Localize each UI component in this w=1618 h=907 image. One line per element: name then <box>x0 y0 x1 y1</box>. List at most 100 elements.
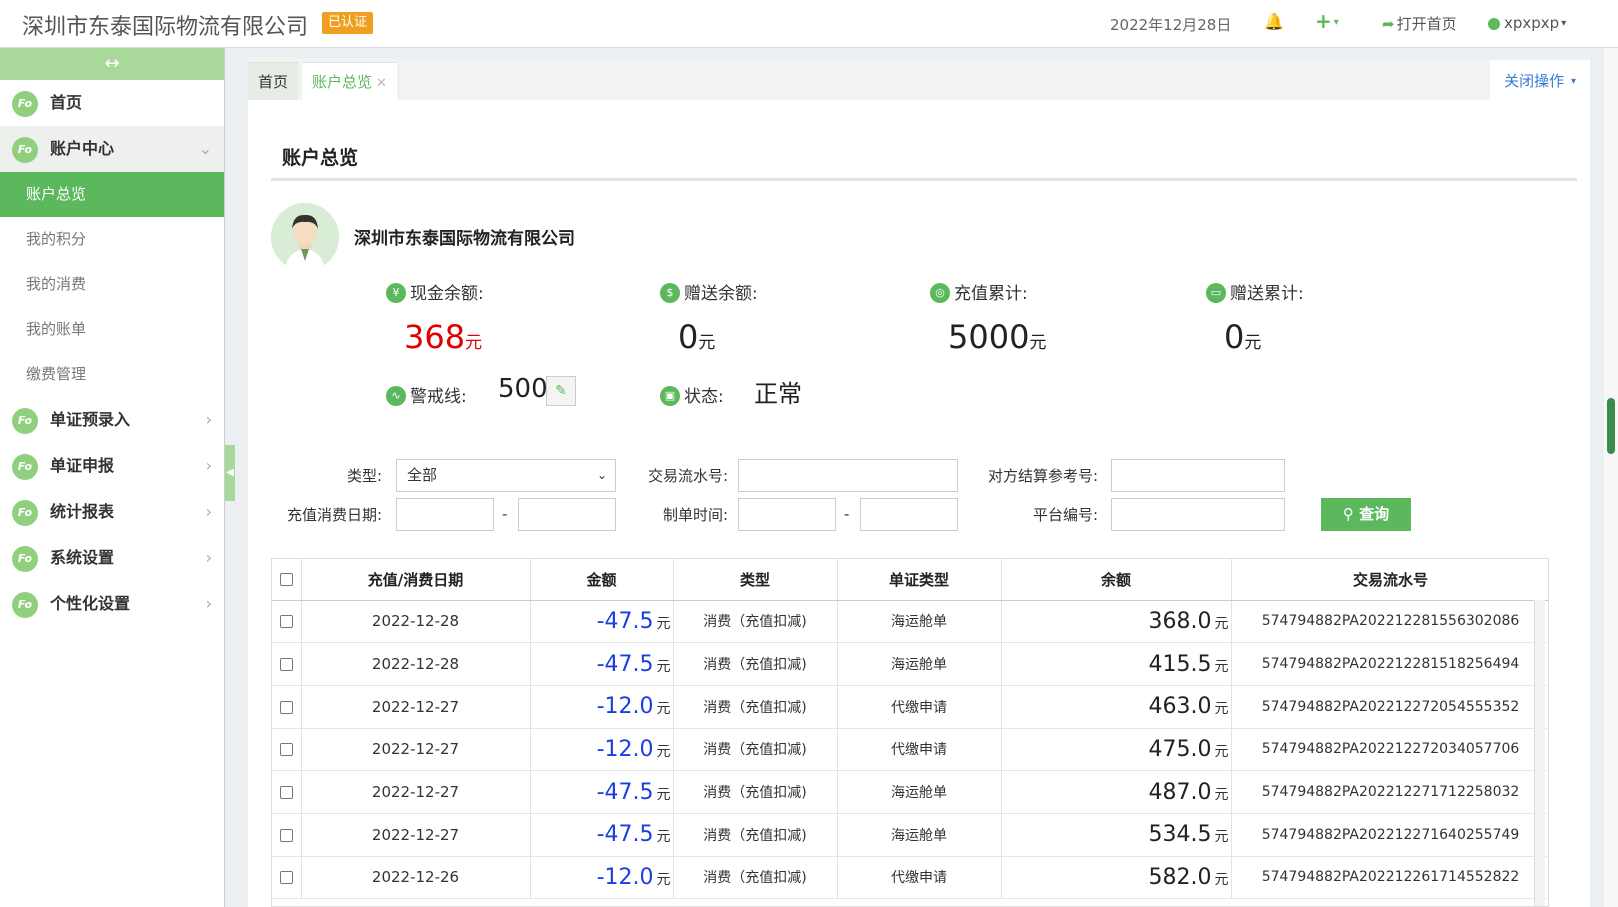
add-menu-button[interactable]: + ▾ <box>1315 9 1339 33</box>
table-row[interactable]: 2022-12-27 -12.0 元消费（充值扣减) 代缴申请 475.0 元 574794… <box>272 728 1548 772</box>
yuan-icon: ¥ <box>386 282 406 303</box>
cell-doc-type: 代缴申请 <box>837 685 1002 729</box>
ref-no-input[interactable] <box>1111 459 1285 492</box>
cash-balance-number: 368 <box>404 318 466 356</box>
column-header-doc-type[interactable]: 单证类型 <box>837 559 1002 601</box>
cell-doc-type: 海运舱单 <box>837 600 1002 644</box>
balance-value: 415.5 <box>1148 651 1212 677</box>
menu-icon: Fo <box>12 546 38 572</box>
tab-home[interactable]: 首页 <box>248 62 299 100</box>
make-time-start-input[interactable] <box>738 498 836 531</box>
table-row[interactable]: 2022-12-28 -47.5 元消费（充值扣减) 海运舱单 368.0 元 574794… <box>272 600 1548 644</box>
row-select-cell <box>272 728 302 772</box>
table-row[interactable]: 2022-12-27 -12.0 元消费（充值扣减) 代缴申请 463.0 元 574794… <box>272 685 1548 729</box>
sidebar-resize-handle[interactable]: ◀ <box>225 445 235 501</box>
tab-account-overview[interactable]: 账户总览 ✕ <box>302 62 397 100</box>
close-operations-label: 关闭操作 <box>1504 72 1565 90</box>
row-checkbox[interactable] <box>279 786 293 800</box>
balance-value: 475.0 <box>1148 736 1212 762</box>
close-operations-button[interactable]: 关闭操作 ▾ <box>1490 60 1590 100</box>
cell-date: 2022-12-27 <box>301 813 531 857</box>
divider <box>271 178 1577 181</box>
warning-line-label-text: 警戒线: <box>410 387 467 407</box>
cell-txn-no: 574794882PA202212272054555352 <box>1231 685 1548 729</box>
row-checkbox[interactable] <box>279 743 293 757</box>
gift-total-number: 0 <box>1224 318 1245 356</box>
sidebar-subitem-account-overview[interactable]: 账户总览 <box>0 172 224 217</box>
column-header-txn-no[interactable]: 交易流水号 <box>1231 559 1548 601</box>
sidebar-item-home[interactable]: Fo 首页 <box>0 80 224 126</box>
make-time-end-input[interactable] <box>860 498 958 531</box>
verified-badge: 已认证 <box>322 12 374 34</box>
column-header-balance[interactable]: 余额 <box>1001 559 1232 601</box>
cell-type: 消费（充值扣减) <box>673 642 838 686</box>
sidebar-subitem-bills[interactable]: 我的账单 <box>0 307 224 352</box>
chevron-right-icon: › <box>205 594 212 613</box>
menu-icon: Fo <box>12 91 38 117</box>
table-row[interactable]: 2022-12-27 -47.5 元消费（充值扣减) 海运舱单 534.5 元 574794… <box>272 813 1548 857</box>
sidebar-item-reports[interactable]: Fo 统计报表 › <box>0 489 224 535</box>
make-time-label: 制单时间: <box>662 506 728 524</box>
type-select[interactable]: 全部 ⌄ <box>396 459 616 492</box>
date-start-input[interactable] <box>396 498 494 531</box>
main-panel: 首页 账户总览 ✕ 关闭操作 ▾ 账户总览 深圳市东泰国际物流有限公司 ¥ 现金余额… <box>248 58 1590 907</box>
row-checkbox[interactable] <box>279 615 293 629</box>
column-header-amount[interactable]: 金额 <box>530 559 674 601</box>
row-checkbox[interactable] <box>279 700 293 714</box>
sidebar-item-doc-declare[interactable]: Fo 单证申报 › <box>0 443 224 489</box>
sidebar-item-personalization[interactable]: Fo 个性化设置 › <box>0 581 224 627</box>
row-select-cell <box>272 600 302 644</box>
sidebar-collapse-toggle[interactable]: ↔ <box>0 48 224 80</box>
row-select-cell <box>272 856 302 900</box>
unit-label: 元 <box>1214 658 1229 675</box>
table-row[interactable]: 2022-12-28 -47.5 元消费（充值扣减) 海运舱单 415.5 元 574794… <box>272 642 1548 686</box>
sidebar-subitem-consumption[interactable]: 我的消费 <box>0 262 224 307</box>
briefcase-icon: ▣ <box>660 385 680 406</box>
sidebar-item-system-settings[interactable]: Fo 系统设置 › <box>0 535 224 581</box>
sidebar-item-label: 账户中心 <box>50 139 115 158</box>
platform-no-input[interactable] <box>1111 498 1285 531</box>
row-checkbox[interactable] <box>279 871 293 885</box>
table-row[interactable]: 2022-12-26 -12.0 元消费（充值扣减) 代缴申请 582.0 元 574794… <box>272 856 1548 900</box>
chevron-right-icon: › <box>205 456 212 475</box>
page-scrollbar-thumb[interactable] <box>1607 398 1615 454</box>
page-scrollbar[interactable] <box>1604 48 1618 907</box>
cell-txn-no: 574794882PA202212261714552822 <box>1231 856 1548 900</box>
select-all-checkbox[interactable] <box>279 573 293 587</box>
gift-total-label-text: 赠送累计: <box>1230 284 1304 304</box>
sidebar-item-account-center[interactable]: Fo 账户中心 ⌄ <box>0 126 224 172</box>
sidebar-subitem-points[interactable]: 我的积分 <box>0 217 224 262</box>
cell-balance: 534.5 元 <box>1001 813 1232 857</box>
table-row[interactable]: 2022-12-27 -47.5 元消费（充值扣减) 海运舱单 487.0 元 574794… <box>272 770 1548 814</box>
row-checkbox[interactable] <box>279 828 293 842</box>
query-button[interactable]: ⚲ 查询 <box>1321 498 1411 531</box>
unit-label: 元 <box>1244 333 1262 353</box>
date-end-input[interactable] <box>518 498 616 531</box>
open-home-link[interactable]: ➦ 打开首页 <box>1382 13 1457 34</box>
bell-icon[interactable]: 🔔 <box>1264 12 1284 31</box>
unit-label: 元 <box>1214 743 1229 760</box>
column-header-date[interactable]: 充值/消费日期 <box>301 559 531 601</box>
close-icon[interactable]: ✕ <box>376 76 387 91</box>
cell-txn-no: 574794882PA202212281556302086 <box>1231 600 1548 644</box>
row-checkbox[interactable] <box>279 658 293 672</box>
cell-type: 消费（充值扣减) <box>673 600 838 644</box>
table-scrollbar[interactable] <box>1534 600 1545 906</box>
cell-balance: 487.0 元 <box>1001 770 1232 814</box>
unit-label: 元 <box>656 786 671 803</box>
unit-label: 元 <box>656 701 671 718</box>
sidebar-item-doc-prerecord[interactable]: Fo 单证预录入 › <box>0 397 224 443</box>
column-header-type[interactable]: 类型 <box>673 559 838 601</box>
user-menu[interactable]: xpxpxp ▾ <box>1488 14 1566 32</box>
sidebar-subitem-payment[interactable]: 缴费管理 <box>0 352 224 397</box>
chevron-right-icon: › <box>205 502 212 521</box>
edit-warning-line-button[interactable]: ✎ <box>546 376 576 406</box>
txn-no-input[interactable] <box>738 459 958 492</box>
cell-amount: -12.0 元 <box>530 728 674 772</box>
menu-icon: Fo <box>12 500 38 526</box>
share-icon: ➦ <box>1382 15 1395 33</box>
menu-icon: Fo <box>12 592 38 618</box>
gift-total-label: ▭ 赠送累计: <box>1206 279 1304 304</box>
header-company-name: 深圳市东泰国际物流有限公司 <box>22 15 309 40</box>
cell-amount: -47.5 元 <box>530 770 674 814</box>
